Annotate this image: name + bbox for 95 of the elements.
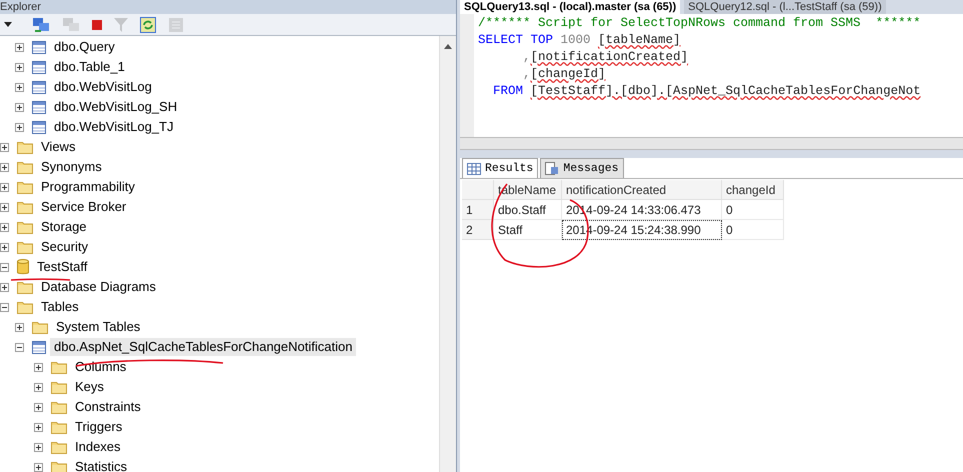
expand-icon[interactable] [34,462,43,472]
folder-icon [17,280,33,294]
expand-icon[interactable] [15,122,24,132]
table-icon [32,340,46,354]
tree-item[interactable]: dbo.AspNet_SqlCacheTablesForChangeNotification [50,338,356,356]
code-line: SELECT TOP 1000 [tableName] [477,32,682,49]
tree-item[interactable]: Tables [37,298,83,316]
code-line: FROM [TestStaff].[dbo].[AspNet_SqlCacheTablesForChangeNot [492,83,922,100]
column-header[interactable]: changeId [722,180,784,200]
tree-item[interactable]: Synonyms [37,158,106,176]
expand-icon[interactable] [15,62,24,72]
code-line: ,[changeId] [522,66,607,83]
tree-item[interactable]: TestStaff [33,258,92,276]
table-cell[interactable]: Staff [494,220,562,240]
horizontal-scrollbar[interactable] [460,137,963,150]
folder-icon [17,300,33,314]
folder-icon [17,200,33,214]
row-number: 2 [462,220,494,240]
table-icon [32,100,46,114]
folder-icon [51,460,67,472]
expand-icon[interactable] [0,182,9,192]
tree-item[interactable]: Service Broker [37,198,130,216]
expand-icon[interactable] [15,322,24,332]
expand-icon[interactable] [34,362,43,372]
tree-item[interactable]: Indexes [71,438,125,456]
tree-item[interactable]: Programmability [37,178,139,196]
connect-icon[interactable] [32,16,50,32]
scroll-up-icon[interactable] [444,44,452,49]
expand-icon[interactable] [15,82,24,92]
expand-icon[interactable] [34,382,43,392]
folder-icon [51,400,67,414]
document-icon [545,162,560,175]
stop-icon[interactable] [92,20,102,30]
underline-annotation [10,278,72,282]
tree-item[interactable]: dbo.WebVisitLog [50,78,156,96]
table-icon [32,40,46,54]
refresh-icon[interactable] [140,16,156,32]
expand-icon[interactable] [15,42,24,52]
tree-item[interactable]: Security [37,238,92,256]
grid-icon [467,162,481,174]
table-icon [32,120,46,134]
panel-title: Explorer [0,0,41,14]
folder-icon [51,440,67,454]
table-cell[interactable]: 0 [722,220,784,240]
folder-icon [17,160,33,174]
dropdown-arrow-icon[interactable] [4,22,12,27]
result-tab[interactable]: Messages [540,158,624,178]
folder-icon [17,140,33,154]
tree-item[interactable]: Statistics [71,458,132,472]
folder-icon [51,360,67,374]
tree-item[interactable]: dbo.WebVisitLog_TJ [50,118,178,136]
expand-icon[interactable] [34,402,43,412]
expand-icon[interactable] [0,162,9,172]
tree-item[interactable]: Views [37,138,80,156]
table-cell[interactable]: dbo.Staff [494,200,562,220]
tree-item[interactable]: dbo.Query [50,38,119,56]
table-icon [32,60,46,74]
expand-icon[interactable] [0,202,9,212]
tree-item[interactable]: dbo.WebVisitLog_SH [50,98,182,116]
code-line: /****** Script for SelectTopNRows command from SSMS ****** [477,15,922,32]
folder-icon [17,220,33,234]
expand-icon[interactable] [34,422,43,432]
tree-item[interactable]: Keys [71,378,108,396]
sql-editor[interactable]: /****** Script for SelectTopNRows command from SSMS ****** SELECT TOP 1000 [tableName] ,[notificationCreated] ,[changeId] FROM [TestStaff].[dbo].[AspNet_SqlCacheTablesForChangeNot [460,14,963,137]
expand-icon[interactable] [34,442,43,452]
expand-icon[interactable] [0,282,9,292]
table-icon [32,80,46,94]
tree-item[interactable]: Triggers [71,418,126,436]
tree-item[interactable]: Constraints [71,398,145,416]
editor-tab[interactable]: SQLQuery12.sql - (l...TestStaff (sa (59)) [684,0,886,14]
tree-item[interactable]: Columns [71,358,130,376]
tree-item[interactable]: dbo.Table_1 [50,58,129,76]
expand-icon[interactable] [0,242,9,252]
folder-icon [32,320,48,334]
editor-tab[interactable]: SQLQuery13.sql - (local).master (sa (65)) [460,0,680,14]
table-cell[interactable]: 0 [722,200,784,220]
code-line: ,[notificationCreated] [522,49,690,66]
tree-item[interactable]: Storage [37,218,91,236]
folder-icon [17,180,33,194]
column-header[interactable]: notificationCreated [562,180,722,200]
folder-icon [51,380,67,394]
folder-icon [51,420,67,434]
tree-item[interactable]: System Tables [52,318,144,336]
collapse-icon[interactable] [0,262,9,272]
expand-icon[interactable] [0,222,9,232]
tree-item[interactable]: Database Diagrams [37,278,160,296]
expand-icon[interactable] [0,142,9,152]
expand-icon[interactable] [15,102,24,112]
collapse-icon[interactable] [0,302,9,312]
database-icon [17,259,29,275]
folder-icon [17,240,33,254]
vertical-scrollbar[interactable] [439,36,456,472]
row-number: 1 [462,200,494,220]
collapse-icon[interactable] [15,342,24,352]
result-tab[interactable]: Results [462,158,538,178]
